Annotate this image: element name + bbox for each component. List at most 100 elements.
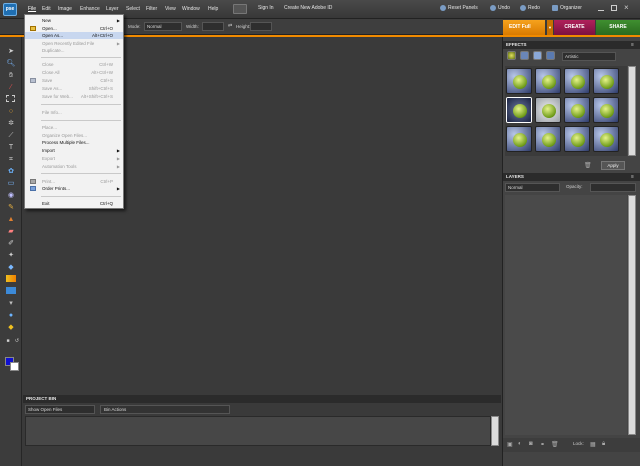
opacity-field[interactable] (590, 183, 636, 192)
brush-tool-icon[interactable]: ✐ (6, 239, 16, 248)
menu-filter[interactable]: Filter (146, 6, 157, 12)
menu-select[interactable]: Select (126, 6, 140, 12)
selection-brush-icon[interactable]: ⟋ (6, 131, 16, 140)
lock-all-icon[interactable]: 🔒︎ (602, 441, 605, 448)
menu-item-save-as[interactable]: Save As... Shift+Ctrl+S (25, 85, 123, 92)
pencil-tool-icon[interactable]: ◆ (6, 323, 16, 332)
clone-stamp-icon[interactable]: ▲ (6, 215, 16, 224)
menu-item-open-as[interactable]: Open As... Alt+Ctrl+O (25, 32, 123, 39)
menu-help[interactable]: Help (208, 6, 218, 12)
tab-create[interactable]: CREATE (554, 20, 595, 35)
menu-window[interactable]: Window (182, 6, 200, 12)
menu-item-export[interactable]: Export ▶ (25, 155, 123, 162)
filters-icon[interactable] (507, 51, 516, 60)
effect-thumbnail[interactable] (564, 97, 590, 123)
menu-item-order-prints[interactable]: Order Prints... ▶ (25, 185, 123, 192)
menu-item-exit[interactable]: Exit Ctrl+Q (25, 200, 123, 207)
layers-scrollbar[interactable] (628, 195, 636, 435)
bin-actions-menu[interactable]: Bin Actions (100, 405, 230, 414)
cookie-cutter-icon[interactable]: ✿ (6, 167, 16, 176)
crop-tool-icon[interactable]: ⌗ (6, 155, 16, 164)
effect-thumbnail[interactable] (535, 97, 561, 123)
height-field[interactable] (250, 22, 272, 31)
delete-layer-icon[interactable]: 🗑︎ (551, 441, 559, 448)
trash-icon[interactable]: 🗑︎ (584, 162, 592, 169)
straighten-tool-icon[interactable]: ▭ (6, 179, 16, 188)
lasso-tool-icon[interactable]: ○ (6, 107, 16, 116)
screen-layout-button[interactable] (233, 4, 247, 14)
swap-colors-icon[interactable]: ↺ (12, 337, 22, 346)
tab-edit-full[interactable]: EDIT Full (503, 20, 545, 35)
minimize-icon[interactable] (598, 5, 604, 11)
effect-thumbnail[interactable] (564, 126, 590, 152)
link-icon[interactable]: ⚭ (540, 441, 545, 448)
magic-wand-tool-icon[interactable]: ✲ (6, 119, 16, 128)
effects-category-select[interactable]: Artistic (562, 52, 616, 61)
adjustment-layer-icon[interactable]: ◐ (518, 441, 522, 447)
menu-file[interactable]: File (28, 6, 36, 12)
background-color-swatch[interactable] (10, 362, 19, 371)
effect-thumbnail[interactable] (535, 68, 561, 94)
layer-styles-icon[interactable] (520, 51, 529, 60)
effect-thumbnail[interactable] (535, 126, 561, 152)
sponge-tool-icon[interactable]: ● (6, 311, 16, 320)
organizer-button[interactable]: Organizer (552, 5, 582, 11)
red-eye-tool-icon[interactable]: ◉ (6, 191, 16, 200)
menu-item-automation-tools[interactable]: Automation Tools ▶ (25, 163, 123, 170)
hand-tool-icon[interactable]: ✋︎ (6, 71, 16, 80)
menu-item-place[interactable]: Place... (25, 124, 123, 131)
effects-scrollbar[interactable] (628, 66, 636, 156)
menu-item-close[interactable]: Close Ctrl+W (25, 61, 123, 68)
all-effects-icon[interactable] (546, 51, 555, 60)
undo-button[interactable]: Undo (490, 5, 510, 11)
menu-item-organize-open-files[interactable]: Organize Open Files... (25, 132, 123, 139)
blur-tool-icon[interactable]: ▾ (6, 299, 16, 308)
menu-item-import[interactable]: Import ▶ (25, 147, 123, 154)
width-field[interactable] (202, 22, 224, 31)
close-icon[interactable]: × (624, 3, 629, 12)
menu-item-open-recent[interactable]: Open Recently Edited File ▶ (25, 40, 123, 47)
menu-item-process-multiple[interactable]: Process Multiple Files... (25, 139, 123, 146)
effect-thumbnail[interactable] (593, 97, 619, 123)
maximize-icon[interactable] (611, 5, 617, 11)
project-bin-scrollbar[interactable] (491, 416, 499, 446)
menu-item-new[interactable]: New ▶ (25, 17, 123, 24)
eraser-tool-icon[interactable]: ▰ (6, 227, 16, 236)
effect-thumbnail[interactable] (506, 97, 532, 123)
menu-enhance[interactable]: Enhance (80, 6, 100, 12)
menu-item-save-for-web[interactable]: Save for Web... Alt+Shift+Ctrl+S (25, 93, 123, 100)
create-adobe-id-link[interactable]: Create New Adobe ID (284, 5, 332, 11)
show-open-files-select[interactable]: Show Open Files (25, 405, 95, 414)
menu-view[interactable]: View (165, 6, 176, 12)
paint-bucket-icon[interactable]: ◆ (6, 263, 16, 272)
project-bin-header[interactable] (23, 395, 501, 403)
reset-panels-button[interactable]: Reset Panels (440, 5, 478, 11)
effect-thumbnail[interactable] (593, 126, 619, 152)
eyedropper-tool-icon[interactable]: ⁄ (6, 83, 16, 92)
shape-tool-icon[interactable] (6, 287, 16, 294)
redo-button[interactable]: Redo (520, 5, 540, 11)
photo-effects-icon[interactable] (533, 51, 542, 60)
effect-thumbnail[interactable] (564, 68, 590, 94)
lock-transparent-icon[interactable]: ▦ (590, 441, 596, 448)
move-tool-icon[interactable]: ➤ (6, 47, 16, 56)
panel-menu-icon[interactable]: ≡ (631, 42, 634, 48)
menu-item-open[interactable]: Open... Ctrl+O (25, 25, 123, 32)
sign-in-link[interactable]: Sign In (258, 5, 274, 11)
blend-mode-select[interactable]: Normal (505, 183, 560, 192)
swap-icon[interactable]: ⇄ (228, 23, 232, 29)
menu-item-close-all[interactable]: Close All Alt+Ctrl+W (25, 69, 123, 76)
zoom-tool-icon[interactable]: 🔍︎ (6, 59, 16, 68)
menu-item-file-info[interactable]: File Info... (25, 109, 123, 116)
type-tool-icon[interactable]: T (6, 143, 16, 152)
menu-item-duplicate[interactable]: Duplicate... (25, 47, 123, 54)
effect-thumbnail[interactable] (506, 68, 532, 94)
effect-thumbnail[interactable] (506, 126, 532, 152)
mode-select[interactable]: Normal (144, 22, 182, 31)
mask-icon[interactable]: ◙ (529, 441, 533, 447)
menu-item-print[interactable]: Print... Ctrl+P (25, 178, 123, 185)
tab-share[interactable]: SHARE (596, 20, 640, 35)
edit-dropdown-icon[interactable]: ▼ (547, 20, 553, 35)
smart-brush-icon[interactable]: ✦ (6, 251, 16, 260)
menu-image[interactable]: Image (58, 6, 72, 12)
